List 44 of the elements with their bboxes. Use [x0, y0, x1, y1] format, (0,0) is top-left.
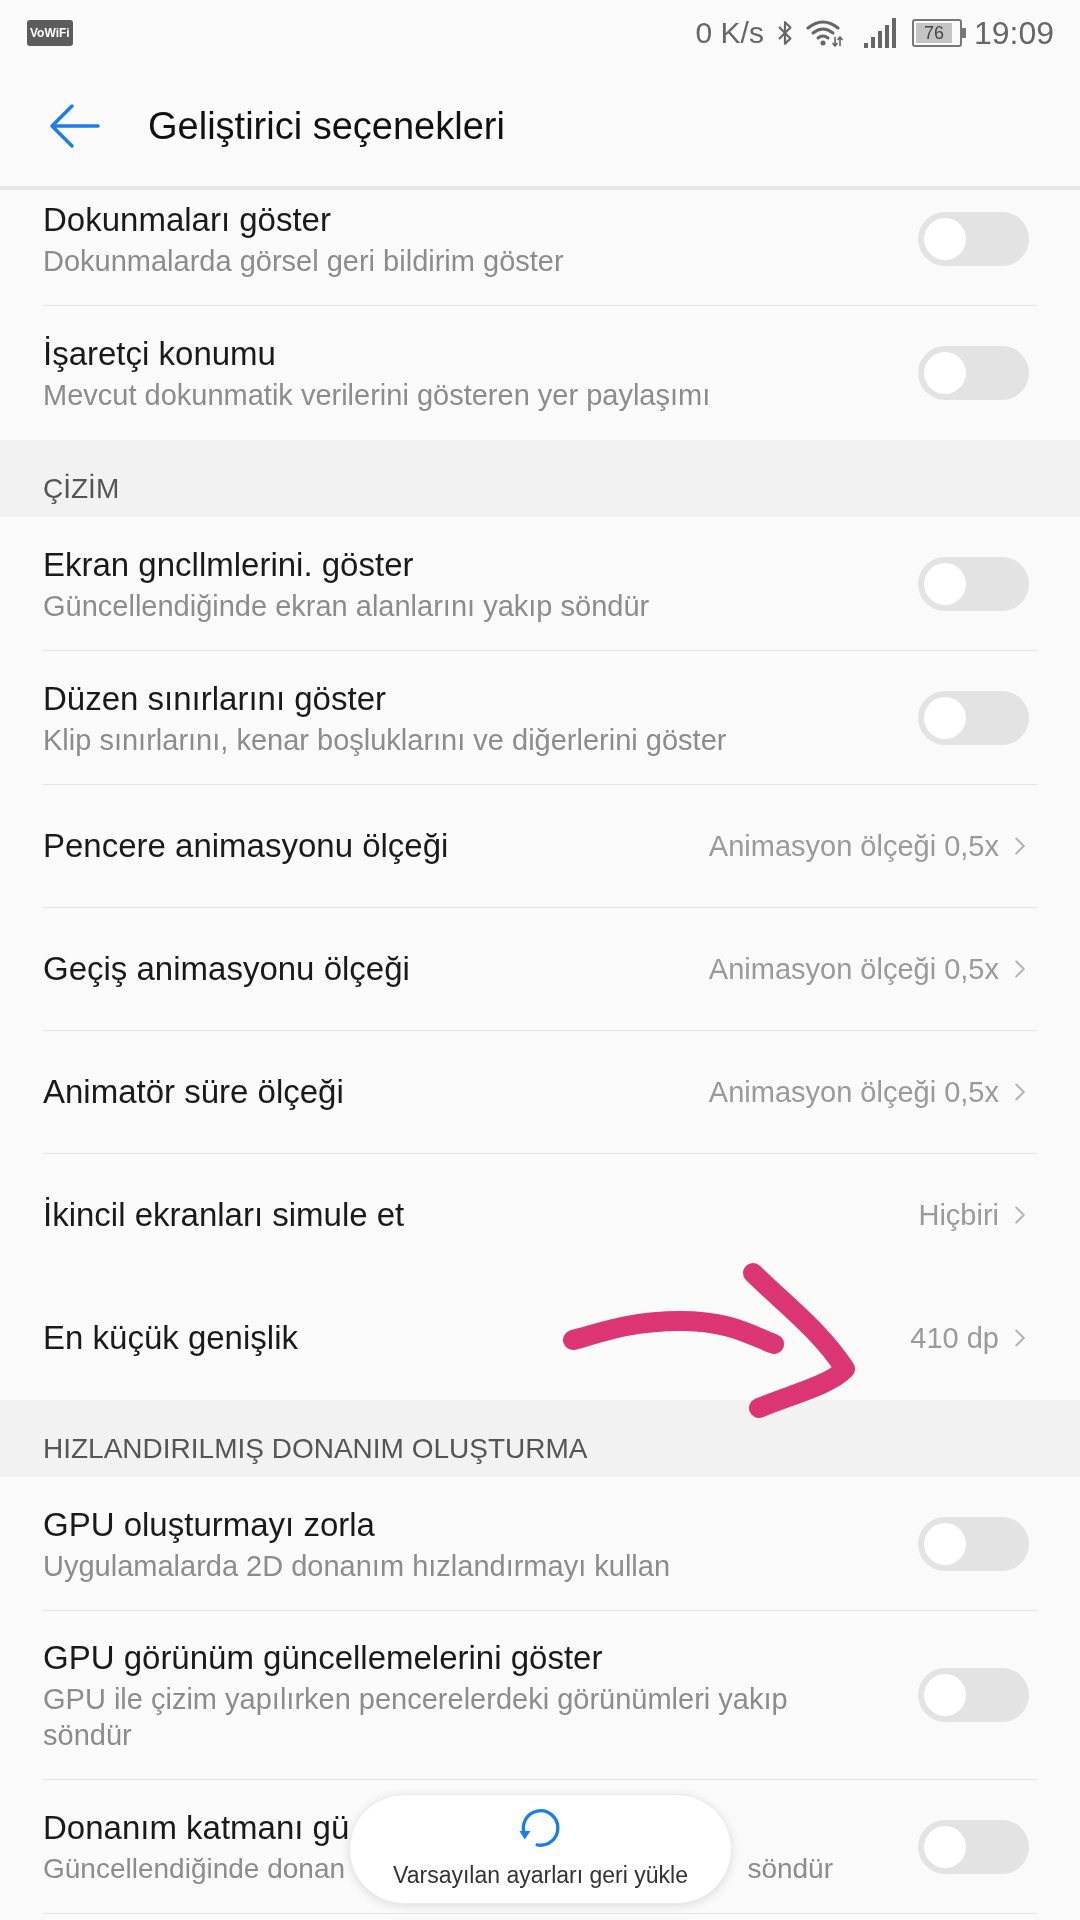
setting-value: Animasyon ölçeği 0,5x	[708, 829, 999, 864]
signal-icon	[863, 17, 898, 48]
setting-title: Ekran gncllmlerini. göster	[43, 544, 414, 585]
section-heading: ÇİZİM	[0, 440, 1080, 517]
setting-description: GPU ile çizim yapılırken pencerelerdeki görünümleri yakıp söndür	[43, 1682, 789, 1753]
battery-indicator: 76	[911, 18, 966, 47]
setting-title: Düzen sınırlarını göster	[43, 678, 386, 719]
clock-time: 19:09	[973, 15, 1054, 50]
wifi-icon	[805, 18, 844, 47]
restore-defaults-button[interactable]: Varsayılan ayarları geri yükle	[349, 1794, 732, 1904]
setting-title: GPU görünüm güncellemelerini göster	[43, 1638, 603, 1678]
setting-description: Uygulamalarda 2D donanım hızlandırmayı kullan	[43, 1548, 671, 1584]
setting-title[interactable]: Geçiş animasyonu ölçeği	[43, 948, 410, 990]
setting-description: Mevcut dokunmatik verilerini gösteren yer paylaşımı	[43, 377, 711, 413]
setting-value: Hiçbiri	[918, 1198, 999, 1233]
network-speed: 0 K/s	[695, 15, 764, 50]
setting-title[interactable]: İkincil ekranları simule et	[43, 1194, 405, 1236]
toggle-switch[interactable]	[918, 556, 1029, 611]
section-heading: HIZLANDIRILMIŞ DONANIM OLUŞTURMA	[0, 1400, 1080, 1477]
setting-title: Dokunmaları göster	[43, 199, 331, 240]
setting-value: Animasyon ölçeği 0,5x	[708, 1075, 999, 1110]
setting-description: Güncellendiğinde ekran alanlarını yakıp söndür	[43, 588, 650, 624]
setting-title: İşaretçi konumu	[43, 333, 276, 374]
setting-description: Klip sınırlarını, kenar boşluklarını ve diğerlerini göster	[43, 722, 727, 758]
back-icon	[48, 102, 100, 149]
toggle-switch[interactable]	[918, 690, 1029, 745]
back-button[interactable]	[47, 101, 101, 150]
setting-description: söndür	[747, 1851, 833, 1886]
setting-description: Güncellendiğinde donan	[43, 1851, 346, 1886]
vowifi-badge: VoWiFi	[27, 19, 73, 46]
page-title: Geliştirici seçenekleri	[148, 103, 505, 149]
setting-title[interactable]: En küçük genişlik	[43, 1317, 298, 1359]
setting-value: Animasyon ölçeği 0,5x	[708, 952, 999, 987]
toggle-switch[interactable]	[918, 1516, 1029, 1571]
toggle-switch[interactable]	[918, 1819, 1029, 1874]
setting-title[interactable]: Animatör süre ölçeği	[43, 1071, 344, 1113]
toggle-switch[interactable]	[918, 1668, 1029, 1722]
toggle-switch[interactable]	[918, 345, 1029, 400]
setting-title: GPU oluşturmayı zorla	[43, 1504, 375, 1545]
toggle-switch[interactable]	[918, 211, 1029, 266]
setting-title[interactable]: Pencere animasyonu ölçeği	[43, 825, 449, 867]
setting-title: Donanım katmanı gü	[43, 1807, 350, 1848]
setting-description: Dokunmalarda görsel geri bildirim göster	[43, 243, 564, 279]
setting-value: 410 dp	[910, 1321, 999, 1356]
